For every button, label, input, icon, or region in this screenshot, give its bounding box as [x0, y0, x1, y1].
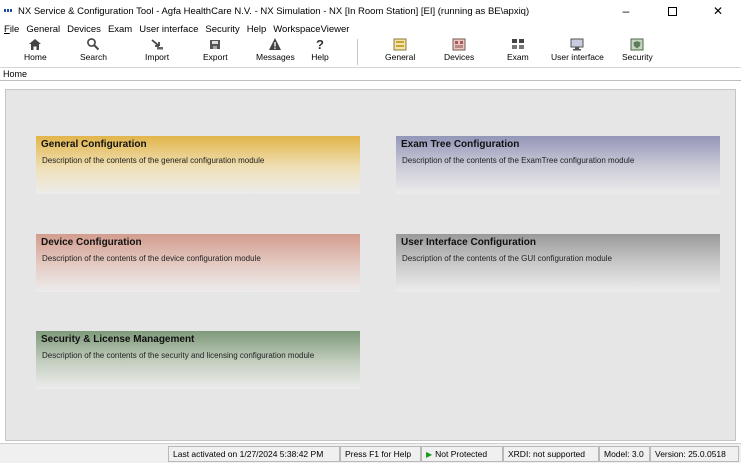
card-description: Description of the contents of the GUI c…: [402, 254, 612, 263]
export-label: Export: [203, 52, 228, 62]
menu-help[interactable]: Help: [247, 24, 267, 35]
monitor-icon: [568, 36, 586, 52]
messages-button[interactable]: Messages: [256, 36, 295, 67]
home-label: Home: [24, 52, 47, 62]
toolbar: Home Search Import Export Messages ? Hel…: [0, 36, 741, 67]
exam-label: Exam: [507, 52, 529, 62]
status-last-activated: Last activated on 1/27/2024 5:38:42 PM: [168, 446, 340, 462]
user-interface-configuration-card[interactable]: User Interface Configuration Description…: [396, 234, 720, 292]
toolbar-separator: [357, 39, 358, 65]
window-title: NX Service & Configuration Tool - Agfa H…: [18, 5, 530, 17]
menu-devices[interactable]: Devices: [67, 24, 101, 35]
exam-tree-configuration-card[interactable]: Exam Tree Configuration Description of t…: [396, 136, 720, 194]
device-configuration-card[interactable]: Device Configuration Description of the …: [36, 234, 360, 292]
search-icon: [84, 36, 102, 52]
status-protection-text: Not Protected: [435, 449, 488, 459]
status-bar: Last activated on 1/27/2024 5:38:42 PM P…: [0, 443, 741, 463]
card-title: User Interface Configuration: [401, 237, 537, 248]
general-configuration-card[interactable]: General Configuration Description of the…: [36, 136, 360, 194]
devices-label: Devices: [444, 52, 475, 62]
menu-general[interactable]: General: [26, 24, 60, 35]
warning-icon: [266, 36, 284, 52]
title-bar: NX Service & Configuration Tool - Agfa H…: [0, 0, 741, 22]
devices-icon: [450, 36, 468, 52]
status-help-hint: Press F1 for Help: [340, 446, 421, 462]
breadcrumb[interactable]: Home: [0, 67, 741, 81]
import-button[interactable]: Import: [145, 36, 169, 67]
import-label: Import: [145, 52, 170, 62]
menu-file[interactable]: File: [4, 24, 19, 35]
card-title: Security & License Management: [41, 334, 195, 345]
exam-tree-icon: [509, 36, 527, 52]
question-icon: ?: [316, 36, 324, 52]
status-version: Version: 25.0.0518: [650, 446, 739, 462]
user-interface-button[interactable]: User interface: [551, 36, 604, 67]
security-label: Security: [622, 52, 653, 62]
minimize-button[interactable]: –: [603, 0, 649, 22]
card-title: Device Configuration: [41, 237, 142, 248]
play-icon: ▶: [426, 450, 433, 459]
card-description: Description of the contents of the gener…: [42, 156, 265, 165]
maximize-button[interactable]: [649, 0, 695, 22]
general-config-icon: [391, 36, 409, 52]
card-description: Description of the contents of the secur…: [42, 351, 315, 360]
export-icon: [206, 36, 224, 52]
general-button[interactable]: General: [385, 36, 415, 67]
home-icon: [26, 36, 44, 52]
status-model: Model: 3.0: [599, 446, 650, 462]
security-button[interactable]: Security: [622, 36, 653, 67]
card-description: Description of the contents of the devic…: [42, 254, 261, 263]
user-interface-label: User interface: [551, 52, 604, 62]
export-button[interactable]: Export: [203, 36, 228, 67]
home-button[interactable]: Home: [24, 36, 47, 67]
app-icon: [4, 9, 14, 13]
messages-label: Messages: [256, 52, 295, 62]
exam-button[interactable]: Exam: [507, 36, 529, 67]
menu-bar: File General Devices Exam User interface…: [0, 22, 741, 36]
maximize-icon: [667, 6, 677, 16]
search-button[interactable]: Search: [80, 36, 107, 67]
search-label: Search: [80, 52, 107, 62]
help-button[interactable]: ? Help: [311, 36, 329, 67]
shield-icon: [628, 36, 646, 52]
general-label: General: [385, 52, 416, 62]
close-button[interactable]: ✕: [695, 0, 741, 22]
menu-exam[interactable]: Exam: [108, 24, 132, 35]
devices-button[interactable]: Devices: [444, 36, 474, 67]
card-title: General Configuration: [41, 139, 147, 150]
home-panel: General Configuration Description of the…: [5, 89, 736, 441]
status-protection: ▶ Not Protected: [421, 446, 503, 462]
menu-security[interactable]: Security: [205, 24, 239, 35]
card-title: Exam Tree Configuration: [401, 139, 520, 150]
menu-workspace-viewer[interactable]: WorkspaceViewer: [273, 24, 349, 35]
menu-user-interface[interactable]: User interface: [139, 24, 198, 35]
card-description: Description of the contents of the ExamT…: [402, 156, 635, 165]
import-icon: [148, 36, 166, 52]
help-label: Help: [311, 52, 329, 62]
status-xrdi: XRDI: not supported: [503, 446, 599, 462]
security-license-card[interactable]: Security & License Management Descriptio…: [36, 331, 360, 389]
